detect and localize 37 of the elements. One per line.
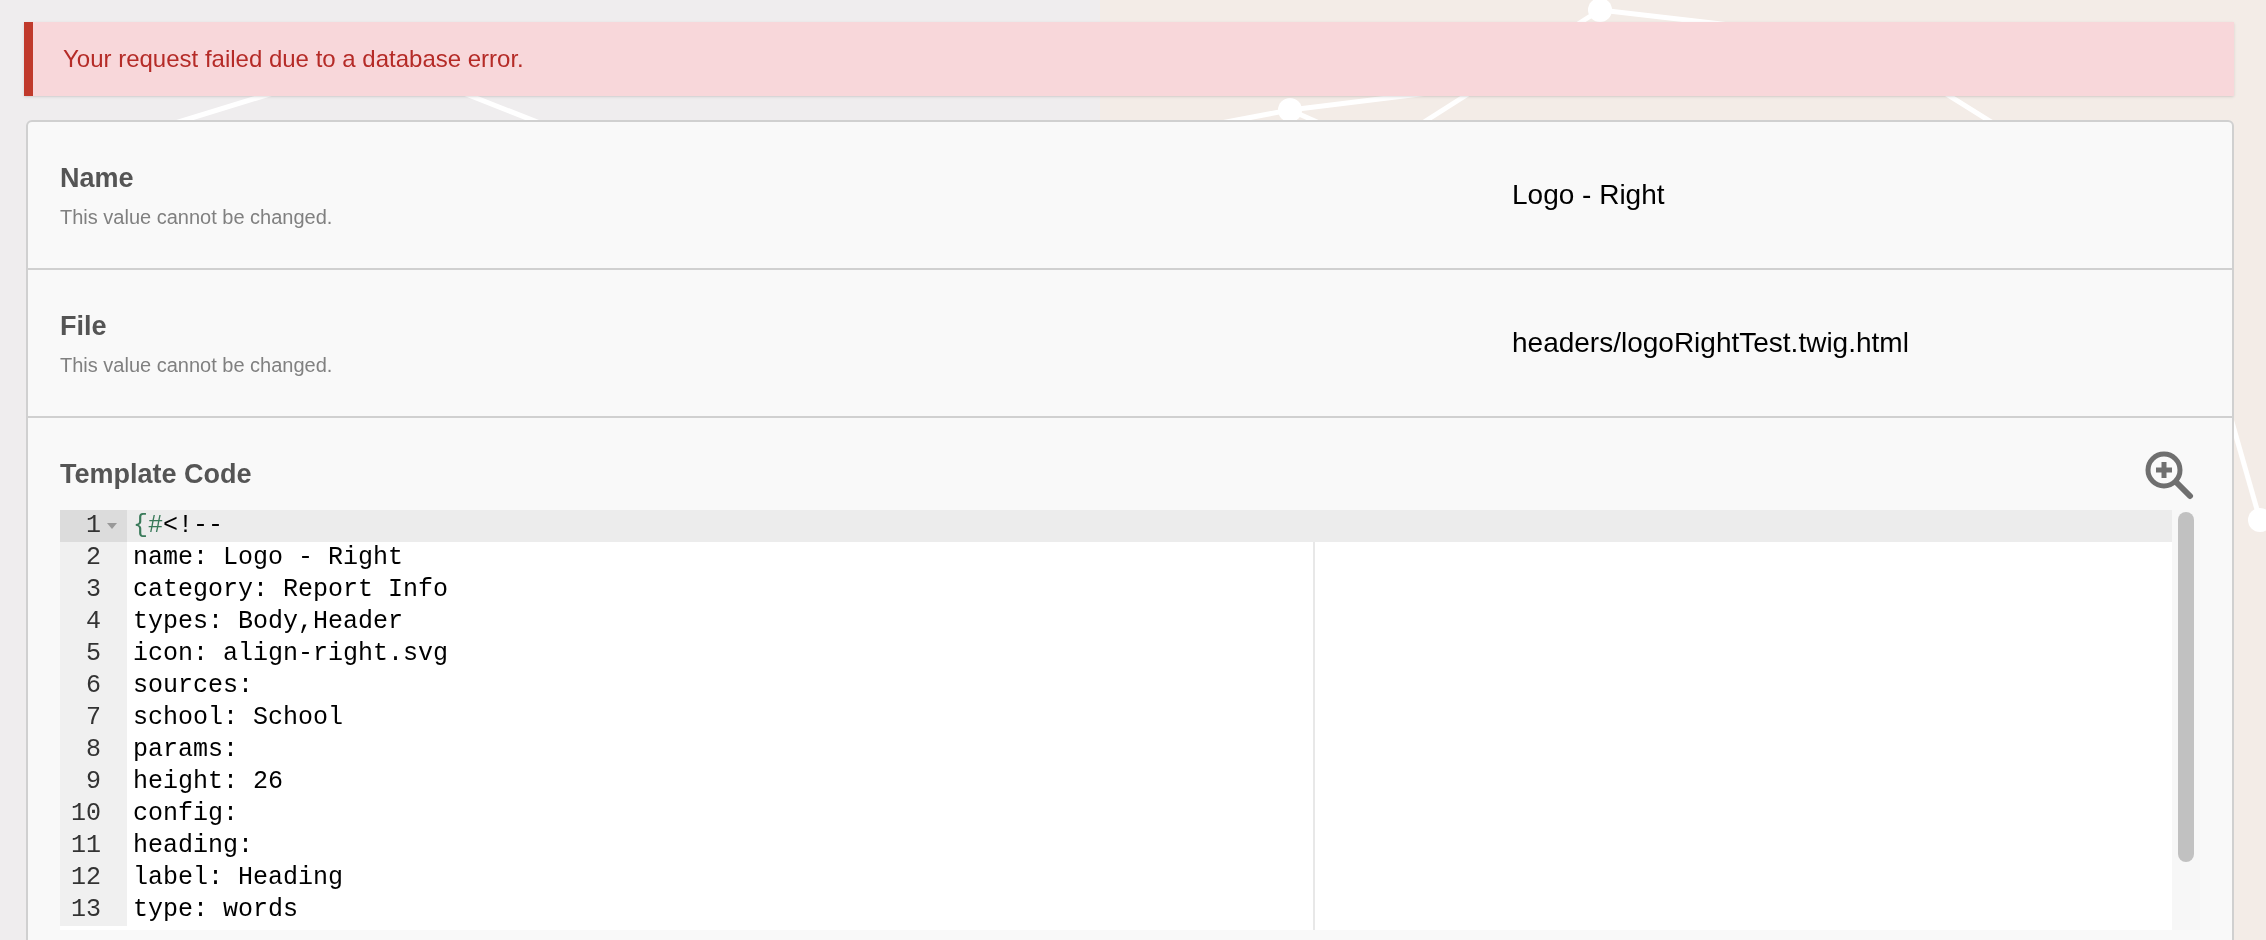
line-number: 6	[86, 670, 101, 702]
code-line: height: 26	[132, 766, 284, 798]
line-number: 2	[86, 542, 101, 574]
line-number: 13	[71, 894, 101, 926]
line-number: 11	[71, 830, 101, 862]
scrollbar-thumb[interactable]	[2178, 512, 2194, 862]
line-number: 5	[86, 638, 101, 670]
line-number: 7	[86, 702, 101, 734]
line-number: 3	[86, 574, 101, 606]
field-help: This value cannot be changed.	[60, 353, 334, 379]
line-number: 12	[71, 862, 101, 894]
line-number: 1	[86, 510, 101, 542]
field-value: headers/logoRightTest.twig.html	[1512, 326, 1910, 360]
field-value: Logo - Right	[1512, 178, 1666, 212]
code-line: type: words	[132, 894, 299, 926]
line-number: 4	[86, 606, 101, 638]
code-editor[interactable]	[60, 510, 2200, 930]
line-number: 8	[86, 734, 101, 766]
code-line: name: Logo - Right	[132, 542, 404, 574]
code-line: label: Heading	[132, 862, 344, 894]
code-line: {#<!--	[132, 510, 224, 542]
code-line: sources:	[132, 670, 254, 702]
field-label: File	[60, 309, 108, 343]
field-label: Name	[60, 161, 135, 195]
field-help: This value cannot be changed.	[60, 205, 334, 231]
error-message: Your request failed due to a database error.	[63, 44, 524, 74]
code-line: category: Report Info	[132, 574, 449, 606]
code-line: school: School	[132, 702, 344, 734]
line-number: 9	[86, 766, 101, 798]
code-line: heading:	[132, 830, 254, 862]
code-line: types: Body,Header	[132, 606, 404, 638]
fold-caret-icon[interactable]	[107, 523, 117, 529]
template-code-label: Template Code	[60, 458, 252, 491]
code-line: params:	[132, 734, 239, 766]
code-line: config:	[132, 798, 239, 830]
code-line: icon: align-right.svg	[132, 638, 449, 670]
line-number: 10	[71, 798, 101, 830]
